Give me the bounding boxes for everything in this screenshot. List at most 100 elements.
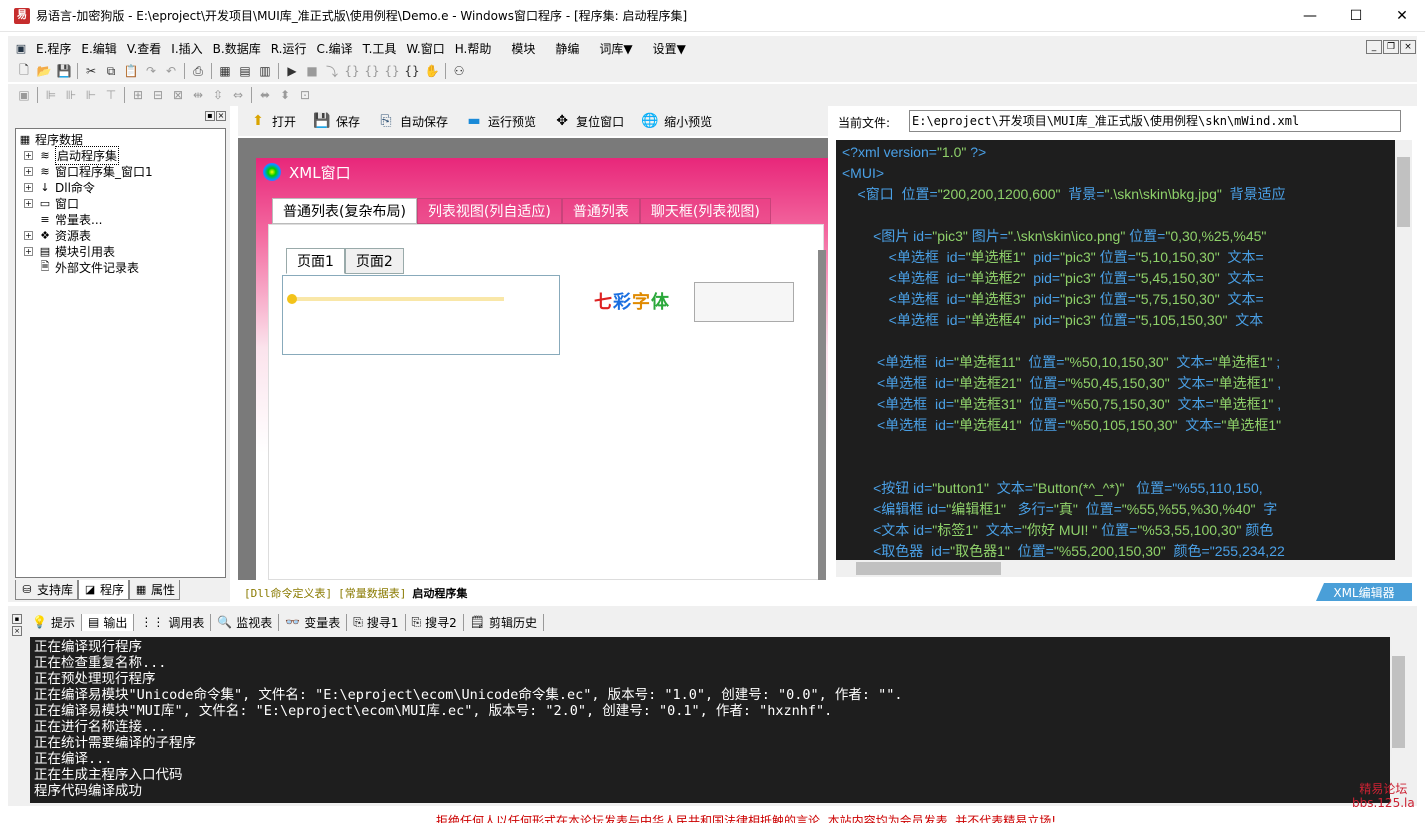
panel-minimize-icon[interactable]: ▪ bbox=[12, 614, 22, 624]
align-left-icon[interactable]: ⊫ bbox=[41, 86, 61, 104]
menu-window[interactable]: W.窗口 bbox=[401, 40, 449, 57]
menu-insert[interactable]: I.插入 bbox=[166, 40, 207, 57]
tab-complex-list[interactable]: 普通列表(复杂布局) bbox=[272, 198, 417, 224]
tab-search1[interactable]: ⎘ 搜寻1 bbox=[347, 613, 406, 631]
menu-dictionary[interactable]: 词库▼ bbox=[594, 40, 637, 57]
same-width-icon[interactable]: ⊞ bbox=[128, 86, 148, 104]
step-icon[interactable]: ⤵ bbox=[322, 62, 342, 80]
xml-editor-tab[interactable]: XML编辑器 bbox=[1316, 583, 1412, 601]
menu-module[interactable]: 模块 bbox=[506, 40, 540, 57]
tree-item-resources[interactable]: + ❖ 资源表 bbox=[18, 227, 223, 243]
menu-help[interactable]: H.帮助 bbox=[450, 40, 497, 57]
align-center-icon[interactable]: ⊪ bbox=[61, 86, 81, 104]
tab-hints[interactable]: 💡 提示 bbox=[26, 613, 82, 631]
expand-icon[interactable]: + bbox=[24, 230, 33, 240]
layout-2-icon[interactable]: ▤ bbox=[235, 62, 255, 80]
subtab-page1[interactable]: 页面1 bbox=[286, 248, 345, 274]
panel-close-icon[interactable]: × bbox=[12, 626, 22, 636]
tab-chat-box[interactable]: 聊天框(列表视图) bbox=[639, 198, 771, 224]
menu-static-compile[interactable]: 静编 bbox=[550, 40, 584, 57]
paste-icon[interactable]: 📋 bbox=[121, 62, 141, 80]
tree-root[interactable]: ▦ 程序数据 bbox=[18, 131, 223, 147]
space-horizontal-icon[interactable]: ⇹ bbox=[188, 86, 208, 104]
slider-track[interactable] bbox=[292, 297, 504, 301]
layout-1-icon[interactable]: ▦ bbox=[215, 62, 235, 80]
xml-code-editor[interactable]: <?xml version="1.0" ?> <MUI> <窗口 位置="200,… bbox=[836, 140, 1395, 560]
tab-dll-definitions[interactable]: [Dll命令定义表] bbox=[244, 585, 332, 601]
run-preview-button[interactable]: ▬ 运行预览 bbox=[464, 111, 536, 131]
close-button[interactable]: ✕ bbox=[1379, 0, 1425, 32]
tree-item-dll[interactable]: + ↓ Dll命令 bbox=[18, 179, 223, 195]
space-equal-icon[interactable]: ⇔ bbox=[228, 86, 248, 104]
layout-3-icon[interactable]: ▥ bbox=[255, 62, 275, 80]
open-file-icon[interactable]: 📂 bbox=[34, 62, 54, 80]
center-vertical-icon[interactable]: ⬍ bbox=[275, 86, 295, 104]
menu-program[interactable]: E.程序 bbox=[31, 40, 76, 57]
menu-edit[interactable]: E.编辑 bbox=[76, 40, 121, 57]
undo-icon[interactable]: ↶ bbox=[161, 62, 181, 80]
hand-icon[interactable]: ✋ bbox=[422, 62, 442, 80]
same-height-icon[interactable]: ⊟ bbox=[148, 86, 168, 104]
shrink-preview-button[interactable]: 🌐 缩小预览 bbox=[640, 111, 712, 131]
tab-list-view[interactable]: 列表视图(列自适应) bbox=[416, 198, 562, 224]
tab-program[interactable]: ◪ 程序 bbox=[78, 580, 130, 600]
save-icon[interactable]: 💾 bbox=[54, 62, 74, 80]
tab-variables[interactable]: 👓 变量表 bbox=[279, 613, 348, 631]
auto-save-button[interactable]: ⎘ 自动保存 bbox=[376, 111, 448, 131]
maximize-button[interactable]: ☐ bbox=[1333, 0, 1379, 32]
expand-icon[interactable]: + bbox=[24, 150, 33, 160]
find-icon[interactable]: ⎙ bbox=[188, 62, 208, 80]
new-file-icon[interactable]: 🗋 bbox=[14, 62, 34, 80]
run-to-cursor-icon[interactable]: {} bbox=[402, 62, 422, 80]
panel-close-icon[interactable]: × bbox=[216, 111, 226, 121]
reset-window-button[interactable]: ✥ 复位窗口 bbox=[552, 111, 624, 131]
align-grid-icon[interactable]: ▣ bbox=[14, 86, 34, 104]
menu-settings[interactable]: 设置▼ bbox=[648, 40, 691, 57]
tab-watch[interactable]: 🔍 监视表 bbox=[211, 613, 280, 631]
mdi-restore-icon[interactable]: ❐ bbox=[1383, 40, 1399, 54]
output-console[interactable]: 正在编译现行程序 正在检查重复名称... 正在预处理现行程序 正在编译易模块"Unic… bbox=[30, 637, 1390, 803]
mdi-minimize-icon[interactable]: _ bbox=[1366, 40, 1382, 54]
menu-tools[interactable]: T.工具 bbox=[358, 40, 402, 57]
expand-icon[interactable]: + bbox=[24, 246, 33, 256]
expand-icon[interactable]: + bbox=[24, 182, 33, 192]
redo-icon[interactable]: ↷ bbox=[141, 62, 161, 80]
tree-item-startup[interactable]: + ≋ 启动程序集 bbox=[18, 145, 223, 165]
tab-clip-history[interactable]: 🗒 剪辑历史 bbox=[464, 613, 545, 631]
current-file-field[interactable]: E:\eproject\开发项目\MUI库_准正式版\使用例程\skn\mWin… bbox=[909, 110, 1401, 132]
save-button[interactable]: 💾 保存 bbox=[312, 111, 360, 131]
preview-edit-box[interactable] bbox=[694, 282, 794, 322]
copy-icon[interactable]: ⧉ bbox=[101, 62, 121, 80]
output-scroll-thumb[interactable] bbox=[1392, 656, 1405, 748]
panel-minimize-icon[interactable]: ▪ bbox=[205, 111, 215, 121]
binoculars-icon[interactable]: ⚇ bbox=[449, 62, 469, 80]
align-right-icon[interactable]: ⊩ bbox=[81, 86, 101, 104]
space-vertical-icon[interactable]: ⇳ bbox=[208, 86, 228, 104]
menu-view[interactable]: V.查看 bbox=[122, 40, 166, 57]
minimize-button[interactable]: — bbox=[1287, 0, 1333, 32]
stop-icon[interactable]: ■ bbox=[302, 62, 322, 80]
tab-output[interactable]: ▤ 输出 bbox=[81, 613, 135, 631]
tree-item-window[interactable]: + ▭ 窗口 bbox=[18, 195, 223, 211]
tree-item-constants[interactable]: ≡ 常量表... bbox=[18, 211, 223, 227]
tab-search2[interactable]: ⎘ 搜寻2 bbox=[406, 613, 464, 631]
tab-call-stack[interactable]: ⋮⋮ 调用表 bbox=[134, 613, 212, 631]
subtab-page2[interactable]: 页面2 bbox=[344, 248, 404, 274]
code-hscroll-thumb[interactable] bbox=[856, 562, 1001, 575]
expand-icon[interactable]: + bbox=[24, 166, 33, 176]
menu-database[interactable]: B.数据库 bbox=[208, 40, 266, 57]
tab-plain-list[interactable]: 普通列表 bbox=[561, 198, 640, 224]
step-into-icon[interactable]: {} bbox=[342, 62, 362, 80]
cut-icon[interactable]: ✂ bbox=[81, 62, 101, 80]
tree-item-external-files[interactable]: 🗎 外部文件记录表 bbox=[18, 259, 223, 275]
run-icon[interactable]: ▶ bbox=[282, 62, 302, 80]
tab-startup-set[interactable]: 启动程序集 bbox=[412, 585, 467, 601]
menu-compile[interactable]: C.编译 bbox=[311, 40, 357, 57]
open-button[interactable]: ⬆ 打开 bbox=[248, 111, 296, 131]
step-over-icon[interactable]: {} bbox=[362, 62, 382, 80]
align-top-icon[interactable]: ⊤ bbox=[101, 86, 121, 104]
code-scroll-thumb[interactable] bbox=[1397, 157, 1410, 227]
expand-icon[interactable]: + bbox=[24, 198, 33, 208]
tab-support-library[interactable]: ⛁ 支持库 bbox=[15, 580, 79, 600]
preview-scrollbar[interactable] bbox=[818, 250, 826, 580]
